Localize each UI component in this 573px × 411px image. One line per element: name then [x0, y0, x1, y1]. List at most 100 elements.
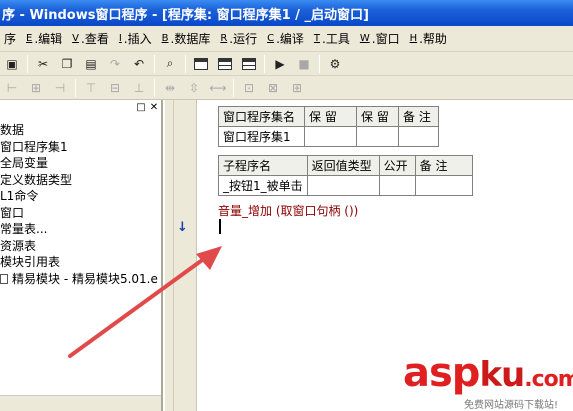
menu-label: .窗口: [371, 32, 400, 46]
copy-icon[interactable]: ❐: [56, 54, 78, 74]
redo-icon[interactable]: ↷: [104, 54, 126, 74]
tree-item[interactable]: 窗口: [0, 205, 161, 222]
same-width-icon[interactable]: ⟷: [207, 78, 229, 98]
undo-icon[interactable]: ↶: [128, 54, 150, 74]
tree-item-label: 窗口程序集1: [0, 139, 68, 154]
menu-accelerator: H: [409, 33, 418, 44]
tree-item-label: 资源表: [0, 238, 37, 253]
toolbar-align: ⊢ ⊞ ⊣ ⊤ ⊟ ⊥ ⇹ ⇳ ⟷ ⊡ ⊠ ⊞: [0, 76, 573, 100]
code-statement[interactable]: 音量_增加 (取窗口句柄 ()): [218, 202, 358, 219]
watermark-text: .com: [524, 367, 573, 392]
find-icon[interactable]: ⌕: [159, 54, 181, 74]
menu-item[interactable]: V .查看: [68, 30, 115, 47]
toolbar-separator: [264, 54, 265, 73]
tree-item[interactable]: 精易模块 - 精易模块5.01.e: [0, 271, 161, 288]
menu-item[interactable]: B .数据库: [158, 30, 217, 47]
table-cell[interactable]: [378, 175, 416, 196]
tree-item-label: 模块引用表: [0, 255, 61, 269]
menu-item[interactable]: C .编译: [263, 30, 310, 47]
align-left-icon[interactable]: ⊢: [1, 78, 23, 98]
menu-accelerator: V: [72, 33, 80, 44]
menu-item[interactable]: H .帮助: [406, 30, 453, 47]
tree-item[interactable]: 全局变量: [0, 155, 161, 172]
tree-item-label: 精易模块 - 精易模块5.01.e: [12, 271, 158, 286]
tree-item[interactable]: 数据: [0, 122, 161, 139]
table-cell[interactable]: [414, 175, 473, 196]
menu-accelerator: C: [267, 33, 275, 44]
toolbar-main: ▣ ✂ ❐ ▤ ↷ ↶ ⌕ ▶ ■ ⚙: [0, 52, 573, 76]
current-line-arrow-icon: ↓: [177, 220, 188, 235]
table-cell[interactable]: [306, 175, 380, 196]
menu-item[interactable]: R .运行: [216, 30, 263, 47]
panel-close-icon[interactable]: ✕: [149, 102, 159, 113]
menu-label: .查看: [81, 32, 109, 46]
tree-item[interactable]: 资源表: [0, 238, 161, 255]
tree-item-label: 窗口: [0, 205, 25, 220]
align-top-icon[interactable]: ⊤: [80, 78, 102, 98]
menu-label: .运行: [229, 32, 258, 46]
toolbar-separator: [27, 54, 28, 73]
stop-icon[interactable]: ■: [293, 54, 315, 74]
menu-item[interactable]: W .窗口: [356, 30, 406, 47]
debug-icon[interactable]: ⚙: [324, 54, 346, 74]
same-size-icon[interactable]: ⊡: [238, 78, 260, 98]
table-row: 窗口程序集名 保 留 保 留 备 注: [218, 106, 439, 127]
align-center-icon[interactable]: ⊞: [25, 78, 47, 98]
menu-accelerator: T: [313, 33, 321, 44]
table-cell[interactable]: 窗口程序集1: [218, 126, 305, 147]
run-icon[interactable]: ▶: [269, 54, 291, 74]
window-layout-icon[interactable]: [190, 54, 212, 74]
center-v-icon[interactable]: ⊞: [286, 78, 308, 98]
window-split-icon[interactable]: [214, 54, 236, 74]
tree-item[interactable]: 窗口程序集1: [0, 139, 161, 156]
watermark-text: ku: [479, 355, 525, 395]
watermark-logo: aspku.com: [403, 350, 573, 396]
table-row[interactable]: 窗口程序集1: [218, 126, 439, 147]
save-icon[interactable]: ▣: [1, 54, 23, 74]
align-bottom-icon[interactable]: ⊥: [128, 78, 150, 98]
space-horizontal-icon[interactable]: ⇹: [159, 78, 181, 98]
table-cell[interactable]: [398, 126, 439, 147]
center-h-icon[interactable]: ⊠: [262, 78, 284, 98]
menu-accelerator: E: [26, 33, 33, 44]
table-cell[interactable]: [304, 126, 357, 147]
menu-item[interactable]: E .编辑: [22, 30, 68, 47]
project-tree: 数据 窗口程序集1 全局变量 定义数据类型 L1命令窗口 常量表... 资源表模块引用表精易…: [0, 122, 161, 287]
table-header-cell: 备 注: [414, 155, 473, 176]
tree-item[interactable]: 常量表...: [0, 221, 161, 238]
tree-item-label: 定义数据类型: [0, 172, 73, 187]
watermark-text: asp: [403, 350, 480, 396]
table-header-cell: 保 留: [356, 106, 399, 127]
table-header-cell: 备 注: [398, 106, 439, 127]
panel-restore-icon[interactable]: □: [136, 102, 146, 113]
menu-accelerator: I: [118, 33, 122, 44]
table-row[interactable]: _按钮1_被单击: [218, 175, 473, 196]
editor-gutter: ↓: [165, 100, 197, 411]
menu-item[interactable]: T .工具: [310, 30, 356, 47]
align-middle-icon[interactable]: ⊟: [104, 78, 126, 98]
menu-item[interactable]: 序: [0, 30, 22, 47]
table-cell[interactable]: _按钮1_被单击: [218, 175, 308, 196]
menu-item[interactable]: I .插入: [115, 30, 158, 47]
text-caret: [219, 219, 221, 234]
assembly-table[interactable]: 窗口程序集名 保 留 保 留 备 注 窗口程序集1: [218, 106, 439, 147]
menu-bar: 序 E .编辑 V .查看 I .插入 B .数据库 R .运行 C .编译 T .工具 W .窗口 H .帮助: [0, 26, 573, 52]
tree-item[interactable]: L1命令: [0, 188, 161, 205]
tree-item[interactable]: 模块引用表: [0, 254, 161, 271]
cut-icon[interactable]: ✂: [32, 54, 54, 74]
horizontal-scrollbar[interactable]: [0, 395, 161, 411]
tree-item-label: L1命令: [0, 189, 39, 203]
table-cell[interactable]: [356, 126, 399, 147]
menu-label: .编译: [276, 32, 304, 46]
subroutine-table[interactable]: 子程序名 返回值类型 公开 备 注 _按钮1_被单击: [218, 155, 473, 196]
paste-icon[interactable]: ▤: [80, 54, 102, 74]
title-bar: 序 - Windows窗口程序 - [程序集: 窗口程序集1 / _启动窗口]: [0, 0, 573, 26]
table-header-cell: 保 留: [304, 106, 357, 127]
window-tile-icon[interactable]: [238, 54, 260, 74]
window-title: 序 - Windows窗口程序 - [程序集: 窗口程序集1 / _启动窗口]: [2, 7, 369, 23]
table-header-cell: 返回值类型: [306, 155, 380, 176]
align-right-icon[interactable]: ⊣: [49, 78, 71, 98]
space-vertical-icon[interactable]: ⇳: [183, 78, 205, 98]
tree-item[interactable]: 定义数据类型: [0, 172, 161, 189]
toolbar-separator: [233, 78, 234, 97]
